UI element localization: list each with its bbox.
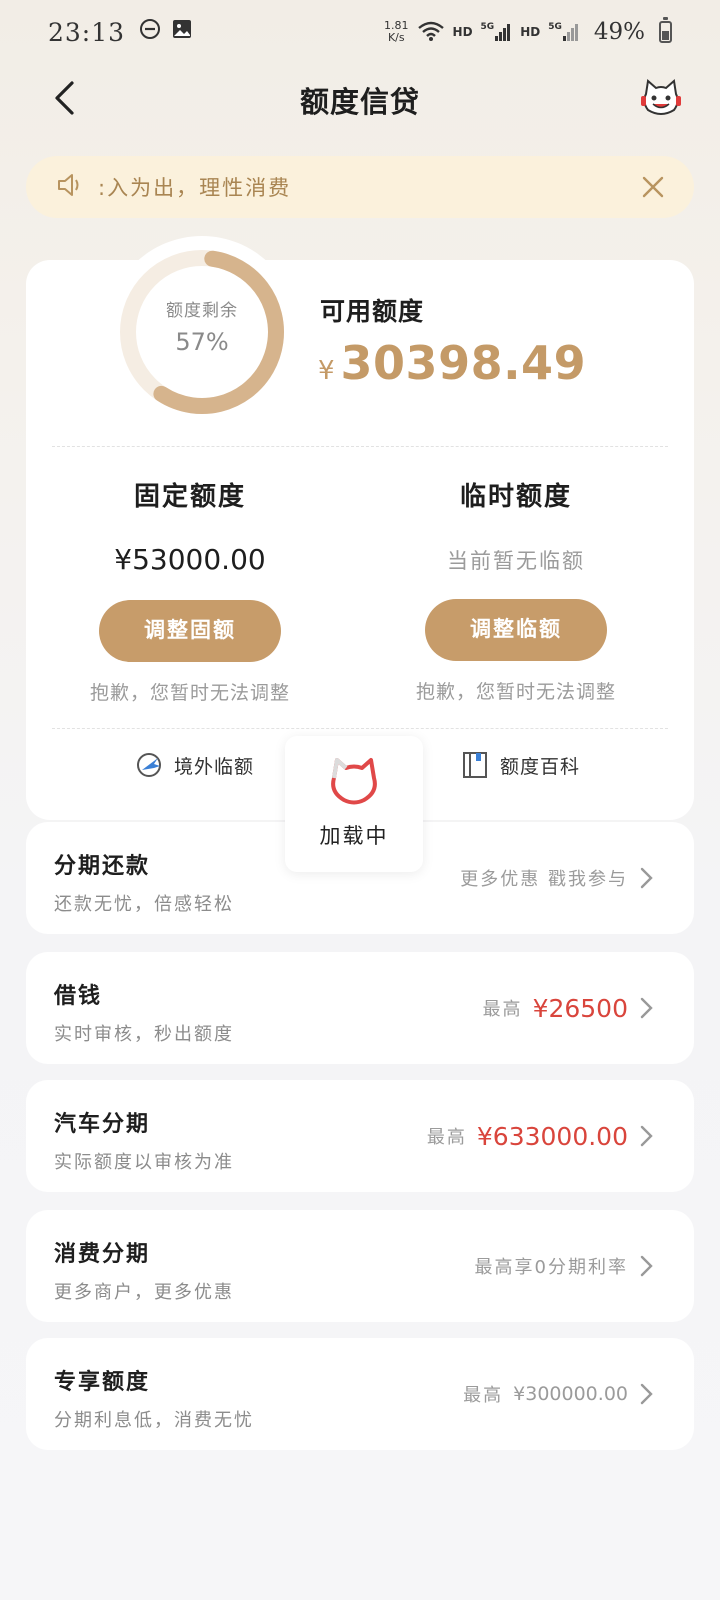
ring-percent: 57% (175, 328, 229, 356)
signal-icon: 5G (481, 22, 513, 42)
fixed-adjust-note: 抱歉，您暂时无法调整 (89, 682, 290, 704)
divider-2 (52, 728, 668, 729)
chevron-right-icon (640, 1125, 653, 1147)
temp-adjust-note: 抱歉，您暂时无法调整 (415, 681, 616, 703)
hd-badge: HD (452, 25, 473, 39)
overseas-temp-link[interactable]: 境外临额 (134, 750, 254, 780)
remaining-ring: 额度剩余 57% (106, 236, 298, 428)
chevron-right-icon (640, 1255, 653, 1277)
chevron-right-icon (640, 867, 653, 889)
back-button[interactable] (44, 78, 84, 118)
status-time: 23:13 (48, 17, 126, 47)
service-item-borrow[interactable]: 借钱 实时审核，秒出额度 最高 ¥26500 (26, 952, 694, 1064)
status-bar: 23:13 1.81 K/s HD 5G HD 5G 49% (0, 0, 720, 64)
fixed-limit-section: 固定额度 ¥53000.00 调整固额 抱歉，您暂时无法调整 (60, 476, 320, 705)
chevron-left-icon (55, 81, 74, 115)
net-speed: 1.81 K/s (384, 19, 409, 44)
hd-badge-2: HD (520, 25, 541, 39)
close-notice-button[interactable] (636, 170, 670, 204)
notice-banner: :入为出，理性消费 (26, 156, 694, 218)
wifi-icon (417, 20, 445, 45)
adjust-temp-button[interactable]: 调整临额 (425, 599, 607, 661)
fixed-limit-value: ¥53000.00 (114, 543, 266, 576)
chevron-right-icon (640, 997, 653, 1019)
battery-percent: 49% (593, 19, 645, 45)
limit-wiki-link[interactable]: 额度百科 (460, 750, 580, 780)
mascot-cat-icon (641, 79, 681, 115)
service-item-car-installment[interactable]: 汽车分期 实际额度以审核为准 最高 ¥633000.00 (26, 1080, 694, 1192)
loading-text: 加载中 (319, 824, 389, 848)
loading-cat-icon (331, 758, 377, 805)
ring-label: 额度剩余 (166, 301, 238, 321)
battery-icon (659, 17, 672, 43)
service-item-consumer-installment[interactable]: 消费分期 更多商户，更多优惠 最高享0分期利率 (26, 1210, 694, 1322)
signal-icon-2: 5G (548, 22, 580, 42)
temp-limit-value: 当前暂无临额 (447, 549, 585, 573)
available-amount: ¥ 30398.49 (318, 336, 586, 390)
plane-globe-icon (137, 753, 161, 777)
header: 额度信贷 (0, 64, 720, 136)
available-value: 30398.49 (340, 336, 587, 390)
available-label: 可用额度 (320, 297, 425, 326)
chevron-right-icon (640, 1383, 653, 1405)
close-icon (642, 176, 664, 198)
gallery-icon (171, 18, 193, 46)
temp-limit-section: 临时额度 当前暂无临额 调整临额 抱歉，您暂时无法调整 (386, 476, 646, 704)
temp-limit-title: 临时额度 (459, 482, 572, 512)
loading-toast: 加载中 (285, 736, 423, 872)
book-icon (463, 752, 487, 778)
notice-text: :入为出，理性消费 (98, 176, 292, 200)
page-title: 额度信贷 (299, 85, 420, 119)
do-not-disturb-icon (139, 18, 161, 46)
speaker-icon (56, 171, 84, 203)
adjust-fixed-button[interactable]: 调整固额 (99, 600, 281, 662)
service-item-exclusive-limit[interactable]: 专享额度 分期利息低，消费无忧 最高 ¥300000.00 (26, 1338, 694, 1450)
fixed-limit-title: 固定额度 (133, 482, 246, 512)
divider (52, 446, 668, 447)
available-currency: ¥ (318, 356, 335, 386)
mascot-service-button[interactable] (638, 76, 684, 122)
